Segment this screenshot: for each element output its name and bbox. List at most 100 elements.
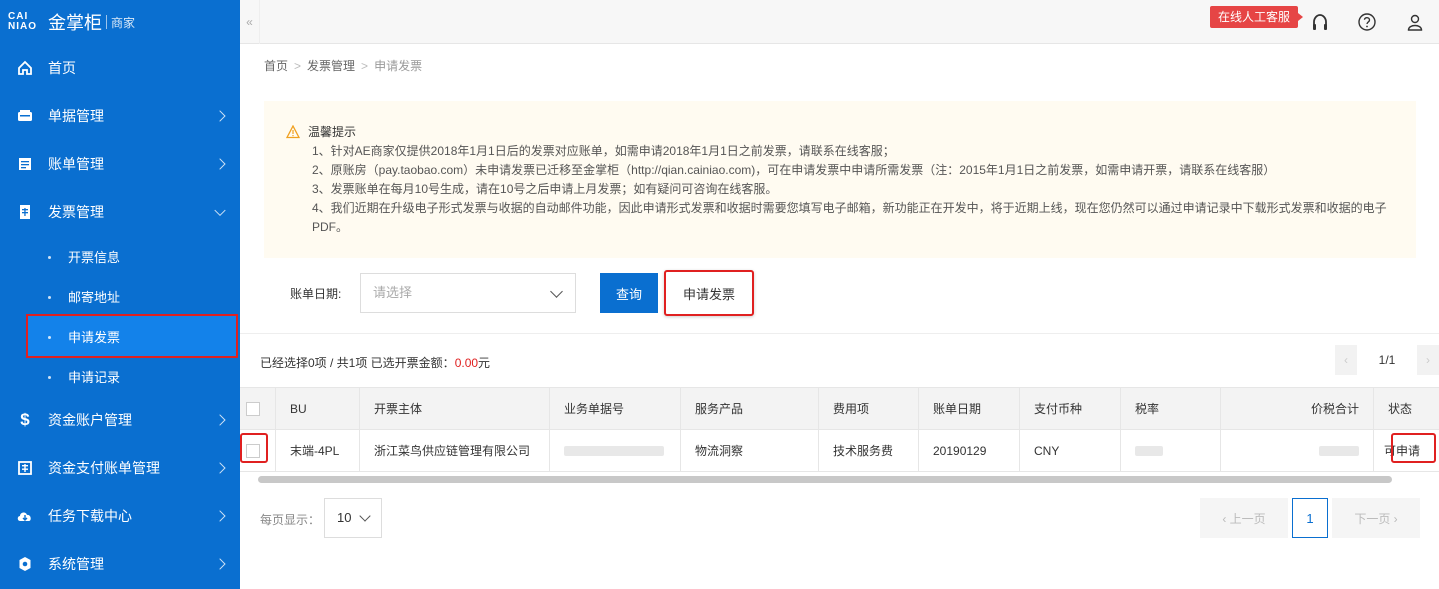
cell-currency: CNY [1020,430,1121,471]
bill-date-placeholder: 请选择 [373,285,413,300]
sidebar-item-label: 发票管理 [48,204,104,220]
cell-total [1221,430,1374,471]
horizontal-scrollbar[interactable] [258,476,1392,483]
breadcrumb-separator: > [294,58,302,73]
selected-amount: 0.00 [454,356,479,370]
select-all-checkbox-cell [240,388,276,429]
notice-line: 4、我们近期在升级电子形式发票与收据的自动邮件功能，因此申请形式发票和收据时需要… [312,201,1387,234]
sidebar-item-home[interactable]: 首页 [0,44,240,92]
per-page-select[interactable]: 10 [324,498,382,538]
breadcrumb-section[interactable]: 发票管理 [307,57,355,74]
page-number-button[interactable]: 1 [1292,498,1328,538]
warning-icon [285,124,301,139]
breadcrumb-home[interactable]: 首页 [264,57,288,74]
topbar: « 在线人工客服 [240,0,1439,44]
cell-tax-rate [1121,430,1221,471]
chevron-right-icon [214,414,226,426]
cell-document-number [550,430,681,471]
bill-icon [16,155,34,173]
user-icon[interactable] [1405,12,1425,32]
cell-bu: 末端-4PL [276,430,360,471]
mini-pager-next-button[interactable]: › [1417,345,1439,375]
sidebar-item-task-download[interactable]: 任务下载中心 [0,492,240,540]
chevron-right-icon [214,558,226,570]
sidebar-subitem-invoice-info[interactable]: 开票信息 [0,236,240,276]
sidebar: CAI NIAO 金掌柜 商家 首页 单据管理 账单管理 发票管理 开票信息 邮… [0,0,240,589]
chevron-down-icon [214,204,226,217]
prev-page-button[interactable]: ‹ 上一页 [1200,498,1288,538]
apply-invoice-button[interactable]: 申请发票 [664,270,754,316]
sidebar-item-label: 单据管理 [48,108,104,124]
chevron-right-icon [214,110,226,122]
selection-summary: 已经选择0项 / 共1项 已选开票金额：0.00元 [260,356,491,370]
gear-icon [16,555,34,573]
mini-pager-prev-button[interactable]: ‹ [1335,345,1357,375]
main-content: 首页 > 发票管理 > 申请发票 温馨提示 1、针对AE商家仅提供2018年1月… [240,45,1439,589]
dollar-icon: $ [20,410,30,429]
table-footer: 每页显示： 10 ‹ 上一页 1 下一页 › [240,498,1439,538]
collapse-sidebar-button[interactable]: « [240,0,260,44]
status-highlight [1391,433,1436,463]
filter-bar: 账单日期: 请选择 查询 申请发票 [264,270,1414,316]
sidebar-item-label: 首页 [48,60,76,76]
next-page-button[interactable]: 下一页 › [1332,498,1420,538]
notice-line: 1、针对AE商家仅提供2018年1月1日后的发票对应账单，如需申请2018年1月… [312,144,895,158]
column-header: 状态 [1388,402,1413,416]
cainiao-logo: CAI NIAO [8,11,37,32]
column-header: 业务单据号 [550,388,681,429]
redacted-value [564,445,664,456]
table-header-row: BU 开票主体 业务单据号 服务产品 费用项 账单日期 支付币种 税率 价税合计… [240,388,1439,430]
chevron-right-icon [214,462,226,474]
sidebar-item-label: 系统管理 [48,556,104,572]
document-icon [16,107,34,125]
sidebar-item-label: 任务下载中心 [48,508,132,524]
chevron-right-icon [214,158,226,170]
redacted-value [1319,445,1359,456]
per-page-label: 每页显示： [260,513,321,527]
column-header: 税率 [1121,388,1221,429]
breadcrumb-separator: > [361,58,369,73]
sidebar-nav: 首页 单据管理 账单管理 发票管理 开票信息 邮寄地址 申请发票 申请记录 $ … [0,44,240,588]
select-all-checkbox[interactable] [246,401,260,416]
query-button[interactable]: 查询 [600,273,658,313]
breadcrumb-current: 申请发票 [374,59,423,73]
notice-line: 2、原账房（pay.taobao.com）未申请发票已迁移至金掌柜（http:/… [312,163,1276,177]
sidebar-item-system[interactable]: 系统管理 [0,540,240,588]
chevron-down-icon [550,285,563,298]
sidebar-item-label: 资金账户管理 [48,412,132,428]
cell-service: 物流洞察 [681,430,819,471]
payment-icon [16,459,34,477]
brand-sub: 商家 [111,15,136,30]
row-checkbox-highlight [240,433,268,463]
help-icon[interactable] [1357,12,1377,32]
sidebar-item-label: 资金支付账单管理 [48,460,160,476]
table-row[interactable]: 末端-4PL 浙江菜鸟供应链管理有限公司 物流洞察 技术服务费 20190129… [240,430,1439,472]
chevron-right-icon [214,510,226,522]
brand[interactable]: CAI NIAO 金掌柜 商家 [0,0,240,44]
cell-entity: 浙江菜鸟供应链管理有限公司 [360,430,550,471]
sidebar-item-bills[interactable]: 账单管理 [0,140,240,188]
home-icon [16,59,34,77]
column-header: 支付币种 [1020,388,1121,429]
sidebar-item-documents[interactable]: 单据管理 [0,92,240,140]
mini-pager-page: 1/1 [1378,353,1396,367]
redacted-value [1135,445,1163,456]
sidebar-subitem-apply-records[interactable]: 申请记录 [0,356,240,396]
sidebar-item-fund-accounts[interactable]: $ 资金账户管理 [0,396,240,444]
invoice-icon [16,203,34,221]
online-service-button[interactable]: 在线人工客服 [1210,6,1304,28]
headset-icon[interactable] [1310,12,1330,32]
sidebar-subitem-apply-invoice[interactable]: 申请发票 [26,314,238,358]
sidebar-item-fund-payment-bills[interactable]: 资金支付账单管理 [0,444,240,492]
chevron-down-icon [359,510,371,522]
sidebar-subitem-mailing-address[interactable]: 邮寄地址 [0,276,240,316]
brand-divider [106,15,107,29]
divider [240,333,1439,334]
sidebar-item-invoices[interactable]: 发票管理 [0,188,240,236]
sidebar-item-label: 账单管理 [48,156,104,172]
brand-name: 金掌柜 [48,13,102,33]
bill-date-select[interactable]: 请选择 [360,273,576,313]
cell-fee: 技术服务费 [819,430,919,471]
column-header: 费用项 [819,388,919,429]
cloud-download-icon [16,507,34,525]
